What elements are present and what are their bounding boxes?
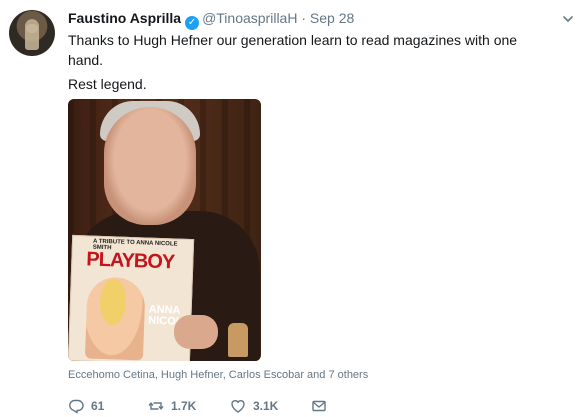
author-handle[interactable]: @TinoasprillaH — [202, 10, 297, 26]
avatar[interactable] — [9, 10, 55, 56]
retweet-icon — [148, 402, 164, 410]
retweet-count: 1.7K — [171, 399, 197, 413]
heart-icon — [231, 400, 245, 413]
tweet-text-line: Thanks to Hugh Hefner our generation lea… — [68, 32, 518, 68]
magazine-cover-model — [84, 276, 146, 361]
photo-tags[interactable]: Eccehomo Cetina, Hugh Hefner, Carlos Esc… — [68, 369, 368, 381]
like-count: 3.1K — [253, 399, 279, 413]
tweet-header: Faustino Asprilla ✓ @TinoasprillaH · Sep 2… — [68, 9, 354, 30]
tweet[interactable]: Faustino Asprilla ✓ @TinoasprillaH · Sep 2… — [0, 0, 588, 417]
magazine-logo: PLAYBOY — [86, 248, 175, 274]
reply-icon — [69, 399, 84, 414]
retweet-button[interactable]: 1.7K — [148, 397, 196, 415]
magazine-cover: A TRIBUTE TO ANNA NICOLE SMITH PLAYBOY A… — [68, 234, 195, 361]
photo-face — [104, 107, 196, 225]
chevron-down-icon[interactable] — [561, 12, 575, 26]
tweet-photo[interactable]: A TRIBUTE TO ANNA NICOLE SMITH PLAYBOY A… — [68, 99, 261, 361]
tweet-text-line: Rest legend. — [68, 76, 147, 92]
like-button[interactable]: 3.1K — [230, 397, 278, 415]
tweet-timestamp[interactable]: Sep 28 — [310, 10, 354, 26]
chess-piece — [228, 323, 248, 357]
photo-hand — [174, 315, 218, 349]
envelope-icon — [312, 400, 326, 412]
separator-dot: · — [301, 10, 307, 26]
verified-badge-icon: ✓ — [185, 16, 200, 30]
author-name[interactable]: Faustino Asprilla — [68, 10, 181, 26]
reply-count: 61 — [91, 399, 105, 413]
reply-button[interactable]: 61 — [68, 397, 104, 415]
tweet-text: Thanks to Hugh Hefner our generation lea… — [68, 30, 538, 94]
direct-message-button[interactable] — [311, 397, 327, 415]
